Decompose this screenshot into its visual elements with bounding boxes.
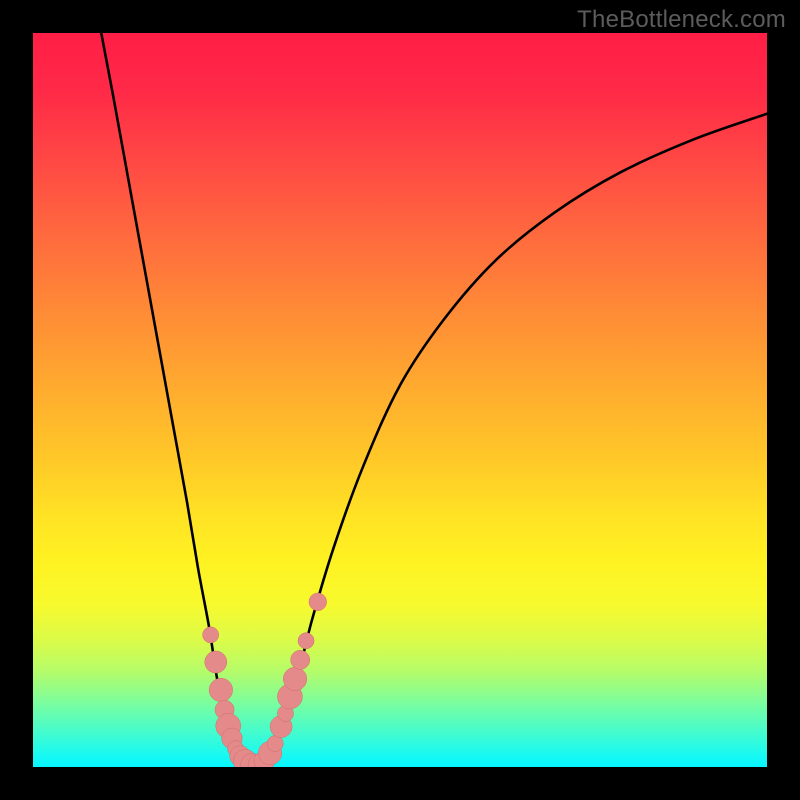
data-marker <box>203 627 219 643</box>
chart-svg <box>33 33 767 767</box>
data-marker <box>298 633 314 649</box>
data-marker <box>209 678 232 701</box>
data-marker <box>309 593 327 611</box>
plot-area <box>33 33 767 767</box>
data-marker <box>283 667 306 690</box>
data-marker <box>205 651 227 673</box>
data-marker <box>291 650 310 669</box>
data-markers <box>203 593 327 767</box>
right-curve <box>261 114 767 766</box>
chart-frame: TheBottleneck.com <box>0 0 800 800</box>
watermark-text: TheBottleneck.com <box>577 6 786 34</box>
